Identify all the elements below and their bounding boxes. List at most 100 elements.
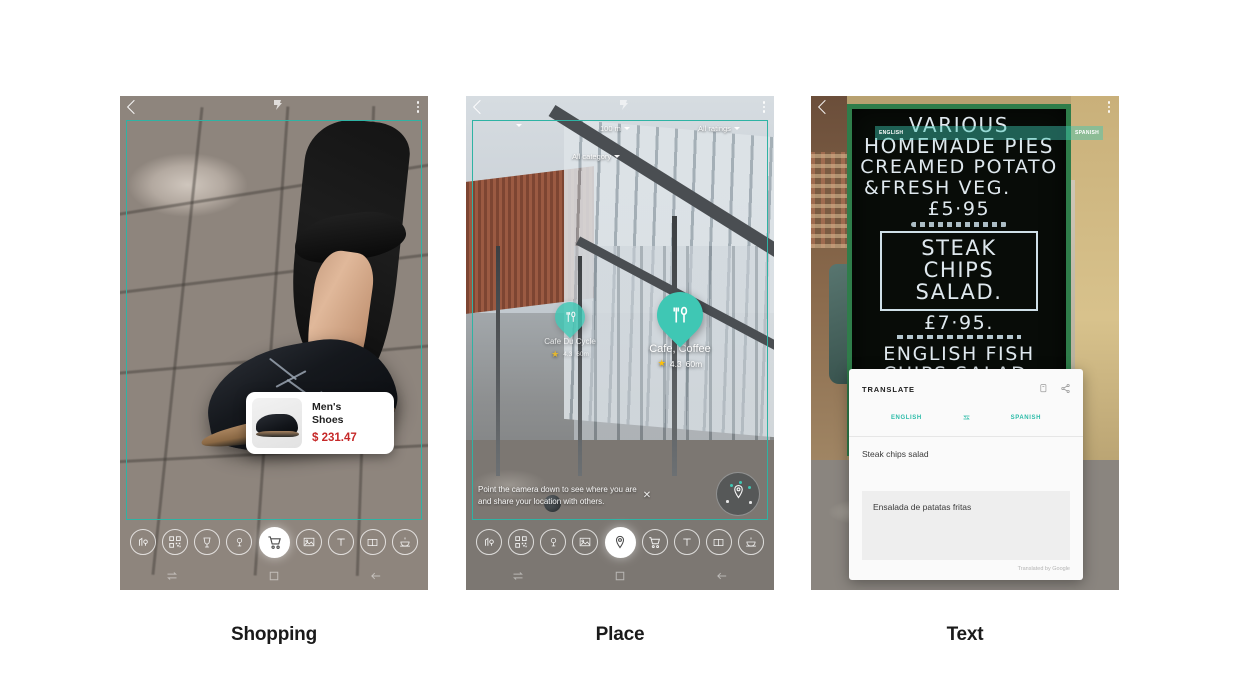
status-bar [466, 96, 774, 118]
chevron-left-icon[interactable] [472, 99, 488, 115]
shopping-cart-icon[interactable] [641, 529, 668, 555]
place-pin-icon[interactable] [604, 526, 636, 558]
kebab-menu-icon[interactable] [1107, 101, 1110, 113]
chevron-left-icon[interactable] [126, 99, 142, 115]
panel-caption-place: Place [595, 624, 645, 645]
home-icon[interactable] [615, 568, 625, 586]
gallery-stage: Men's Shoes $ 231.47 Shopping 100 m All … [0, 0, 1240, 698]
makeup-icon[interactable] [226, 529, 253, 555]
back-arrow-icon[interactable] [716, 568, 728, 586]
lamp-pole [578, 256, 582, 476]
food-icon[interactable] [738, 529, 764, 555]
language-highlight-band: ENGLISH SPANISH [875, 126, 1103, 140]
qr-code-icon[interactable] [508, 529, 535, 555]
camera-flash-icon[interactable] [272, 98, 283, 116]
filter-chip-distance-label: 100 m [600, 124, 621, 133]
poi-distance: 60m [576, 351, 589, 358]
star-icon: ★ [551, 349, 560, 359]
wine-icon[interactable] [540, 529, 567, 555]
wine-icon[interactable] [194, 529, 221, 555]
book-icon[interactable] [359, 529, 386, 555]
status-bar [811, 96, 1119, 118]
source-language-button[interactable]: ENGLISH [891, 415, 922, 421]
text-icon[interactable] [673, 529, 700, 555]
menu-price-2: £7·95. [923, 311, 995, 334]
chevron-down-icon [623, 127, 630, 130]
translate-card: TRANSLATE ENGLISH SPANISH Steak chips sa… [849, 369, 1083, 580]
vision-mode-toolbar [120, 520, 428, 564]
menu-price-1: £5·95 [927, 197, 991, 220]
translate-card-actions [1040, 380, 1070, 398]
recents-icon[interactable] [512, 568, 524, 586]
filter-chip-ratings[interactable]: All ratings [698, 124, 740, 133]
product-card[interactable]: Men's Shoes $ 231.47 [246, 392, 394, 454]
image-icon[interactable] [295, 529, 322, 555]
poi-meta: ★ 4.3 60m [608, 358, 752, 369]
share-icon[interactable] [1061, 380, 1070, 398]
star-icon: ★ [657, 358, 666, 368]
home-icon[interactable] [269, 568, 279, 586]
chevron-down-icon [614, 155, 621, 158]
chevron-down-icon [516, 124, 522, 127]
copy-icon[interactable] [1040, 380, 1048, 398]
filter-chip-distance[interactable]: 100 m [600, 124, 630, 133]
chevron-down-icon [733, 127, 740, 130]
tooltip-text: Point the camera down to see where you a… [478, 484, 637, 508]
android-nav-bar [466, 564, 774, 590]
close-icon[interactable]: ✕ [643, 488, 651, 503]
plaid-blanket [811, 152, 851, 248]
panel-text: VARIOUS HOMEMADE PIES CREAMED POTATO &FR… [811, 96, 1119, 645]
chalk-divider [911, 221, 1007, 227]
poi-rating: 4.3 [669, 358, 682, 369]
shopping-cart-icon[interactable] [258, 526, 290, 558]
chevron-left-icon[interactable] [817, 99, 833, 115]
radar-location-icon [731, 484, 746, 504]
food-icon[interactable] [392, 529, 418, 555]
bixby-vision-icon[interactable] [130, 529, 156, 555]
poi-marker[interactable]: Cafe Du Cycle ★ 4.3 60m [522, 295, 618, 360]
restaurant-pin-icon [647, 282, 713, 348]
back-arrow-icon[interactable] [370, 568, 382, 586]
camera-flash-icon[interactable] [618, 98, 629, 116]
phone-screen-place: 100 m All ratings All category Cafe Du C… [466, 96, 774, 590]
recents-icon[interactable] [166, 568, 178, 586]
panel-caption-text: Text [946, 624, 984, 645]
image-icon[interactable] [572, 529, 599, 555]
filter-chip-category[interactable]: All category [572, 152, 621, 161]
android-nav-bar [120, 564, 428, 590]
menu-boxed-item: STEAK CHIPS SALAD. [880, 230, 1038, 311]
panel-place: 100 m All ratings All category Cafe Du C… [466, 96, 774, 645]
tooltip-line1: Point the camera down to see where you a… [478, 485, 637, 494]
menu-line-5: ENGLISH FISH [883, 342, 1035, 365]
kebab-menu-icon[interactable] [416, 101, 419, 113]
text-icon[interactable] [327, 529, 354, 555]
phone-screen-shopping: Men's Shoes $ 231.47 [120, 96, 428, 590]
status-bar [120, 96, 428, 118]
menu-boxed-line-1: STEAK CHIPS [921, 235, 997, 282]
poi-name: Cafe Du Cycle [544, 337, 596, 346]
qr-code-icon[interactable] [162, 529, 189, 555]
swap-languages-icon[interactable] [962, 409, 971, 427]
shoe-thumbnail [252, 398, 302, 448]
poi-marker[interactable]: Cafe, Coffee ★ 4.3 60m [608, 282, 752, 369]
book-icon[interactable] [705, 529, 732, 555]
bixby-vision-icon[interactable] [476, 529, 502, 555]
filter-chip-anchor[interactable] [516, 124, 522, 127]
language-band-target: SPANISH [1075, 130, 1099, 136]
kebab-menu-icon[interactable] [762, 101, 765, 113]
product-name-line1: Men's [312, 401, 342, 414]
restaurant-pin-icon [548, 295, 592, 339]
language-band-source: ENGLISH [879, 130, 904, 136]
translate-attribution: Translated by Google [1017, 566, 1070, 572]
translate-output-text: Ensalada de patatas fritas [862, 491, 1070, 560]
translate-source-text[interactable]: Steak chips salad [849, 437, 1083, 491]
poi-distance: 60m [685, 358, 703, 369]
filter-chip-ratings-label: All ratings [698, 124, 731, 133]
location-hint-tooltip: Point the camera down to see where you a… [478, 484, 690, 508]
tooltip-line2: and share your location with others. [478, 497, 605, 506]
language-selector-row: ENGLISH SPANISH [849, 398, 1083, 437]
translate-card-title: TRANSLATE [862, 384, 915, 394]
radar-location-button[interactable] [716, 472, 760, 516]
menu-line-4: &FRESH VEG. [864, 176, 1011, 199]
target-language-button[interactable]: SPANISH [1011, 415, 1041, 421]
